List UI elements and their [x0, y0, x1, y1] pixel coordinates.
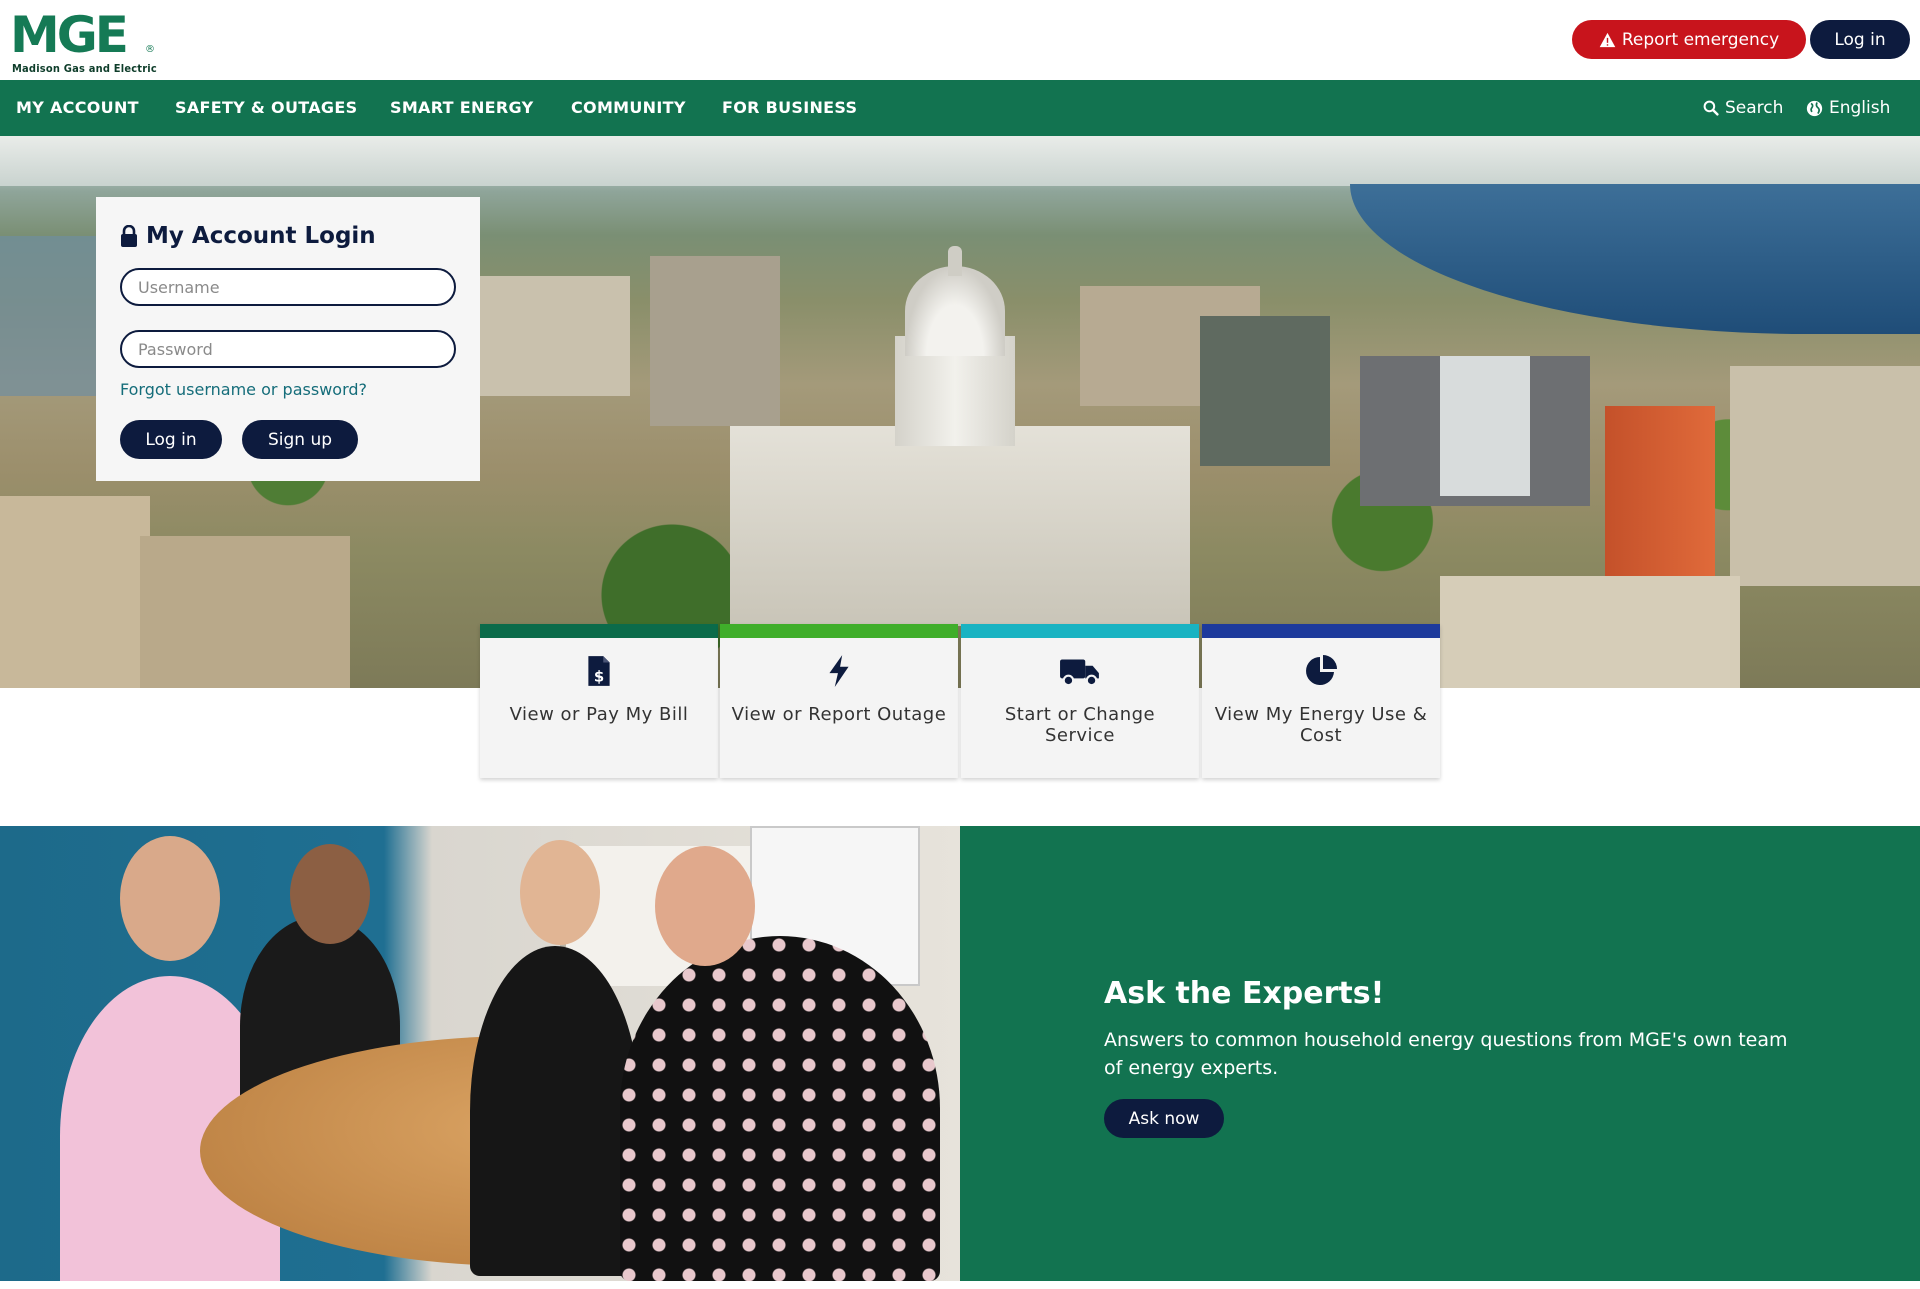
search-label: Search — [1725, 98, 1784, 118]
bill-dollar-icon: $ — [588, 656, 610, 686]
person-3 — [470, 946, 640, 1276]
tile-color-bar — [480, 624, 718, 638]
svg-text:$: $ — [594, 668, 604, 686]
search-icon — [1703, 100, 1719, 116]
tile-color-bar — [720, 624, 958, 638]
capitol-spire — [948, 246, 962, 276]
hero-lake — [1350, 184, 1920, 334]
logo-subtitle: Madison Gas and Electric — [12, 62, 157, 75]
tile-label: View My Energy Use & Cost — [1214, 704, 1428, 746]
nav-item-community[interactable]: COMMUNITY — [571, 80, 686, 136]
experts-description: Answers to common household energy quest… — [1104, 1029, 1788, 1079]
nav-item-safety-outages[interactable]: SAFETY & OUTAGES — [175, 80, 357, 136]
mge-logo[interactable]: MGE ® Madison Gas and Electric — [10, 6, 160, 76]
nav-item-my-account[interactable]: MY ACCOUNT — [16, 80, 139, 136]
red-building — [1605, 406, 1715, 576]
password-input[interactable] — [120, 330, 456, 368]
report-emergency-label: Report emergency — [1621, 29, 1780, 50]
building — [0, 496, 150, 688]
username-input[interactable] — [120, 268, 456, 306]
login-title: My Account Login — [120, 223, 376, 249]
ask-experts-panel: Ask the Experts! Answers to common house… — [960, 826, 1920, 1281]
main-nav: MY ACCOUNT SAFETY & OUTAGES SMART ENERGY… — [0, 80, 1920, 136]
person-2-head — [290, 844, 370, 944]
warning-triangle-icon — [1599, 32, 1616, 47]
tile-energy-use[interactable]: View My Energy Use & Cost — [1202, 624, 1440, 778]
building — [1440, 356, 1530, 496]
person-4-head — [655, 846, 755, 966]
site-header: MGE ® Madison Gas and Electric Report em… — [0, 0, 1920, 80]
signup-button[interactable]: Sign up — [242, 420, 358, 459]
building — [140, 536, 350, 688]
pie-chart-icon — [1306, 655, 1337, 685]
report-emergency-button[interactable]: Report emergency — [1572, 20, 1806, 59]
experts-title: Ask the Experts! — [1104, 976, 1385, 1011]
login-button[interactable]: Log in — [120, 420, 222, 459]
logo-wordmark: MGE — [10, 6, 129, 64]
nav-item-for-business[interactable]: FOR BUSINESS — [722, 80, 857, 136]
capitol-building — [730, 426, 1190, 626]
ask-now-button[interactable]: Ask now — [1104, 1099, 1224, 1138]
hero-sky — [0, 136, 1920, 186]
lock-icon — [121, 225, 137, 247]
search-link[interactable]: Search — [1703, 80, 1783, 136]
forgot-credentials-link[interactable]: Forgot username or password? — [120, 380, 367, 399]
header-login-button[interactable]: Log in — [1810, 20, 1910, 59]
page-bottom-strip — [0, 1281, 1920, 1289]
tile-change-service[interactable]: Start or Change Service — [961, 624, 1199, 778]
logo-registered-mark: ® — [145, 44, 155, 55]
building — [1200, 316, 1330, 466]
lightning-bolt-icon — [829, 655, 849, 687]
account-login-card: My Account Login Forgot username or pass… — [96, 197, 480, 481]
capitol-dome — [905, 266, 1005, 356]
tile-label: View or Pay My Bill — [509, 704, 689, 725]
building — [1730, 366, 1920, 586]
language-selector[interactable]: English — [1806, 80, 1890, 136]
login-title-text: My Account Login — [146, 223, 376, 249]
tile-color-bar — [961, 624, 1199, 638]
tile-label: Start or Change Service — [1004, 704, 1156, 746]
tile-label: View or Report Outage — [731, 704, 947, 725]
person-1-head — [120, 836, 220, 961]
person-4 — [620, 936, 940, 1281]
globe-icon — [1806, 100, 1823, 116]
building — [1440, 576, 1740, 688]
language-label: English — [1829, 98, 1891, 118]
tile-pay-bill[interactable]: $ View or Pay My Bill — [480, 624, 718, 778]
truck-icon — [1060, 659, 1099, 687]
nav-item-smart-energy[interactable]: SMART ENERGY — [390, 80, 533, 136]
building — [650, 256, 780, 426]
person-3-head — [520, 840, 600, 945]
experts-team-photo — [0, 826, 960, 1281]
tile-color-bar — [1202, 624, 1440, 638]
tile-report-outage[interactable]: View or Report Outage — [720, 624, 958, 778]
